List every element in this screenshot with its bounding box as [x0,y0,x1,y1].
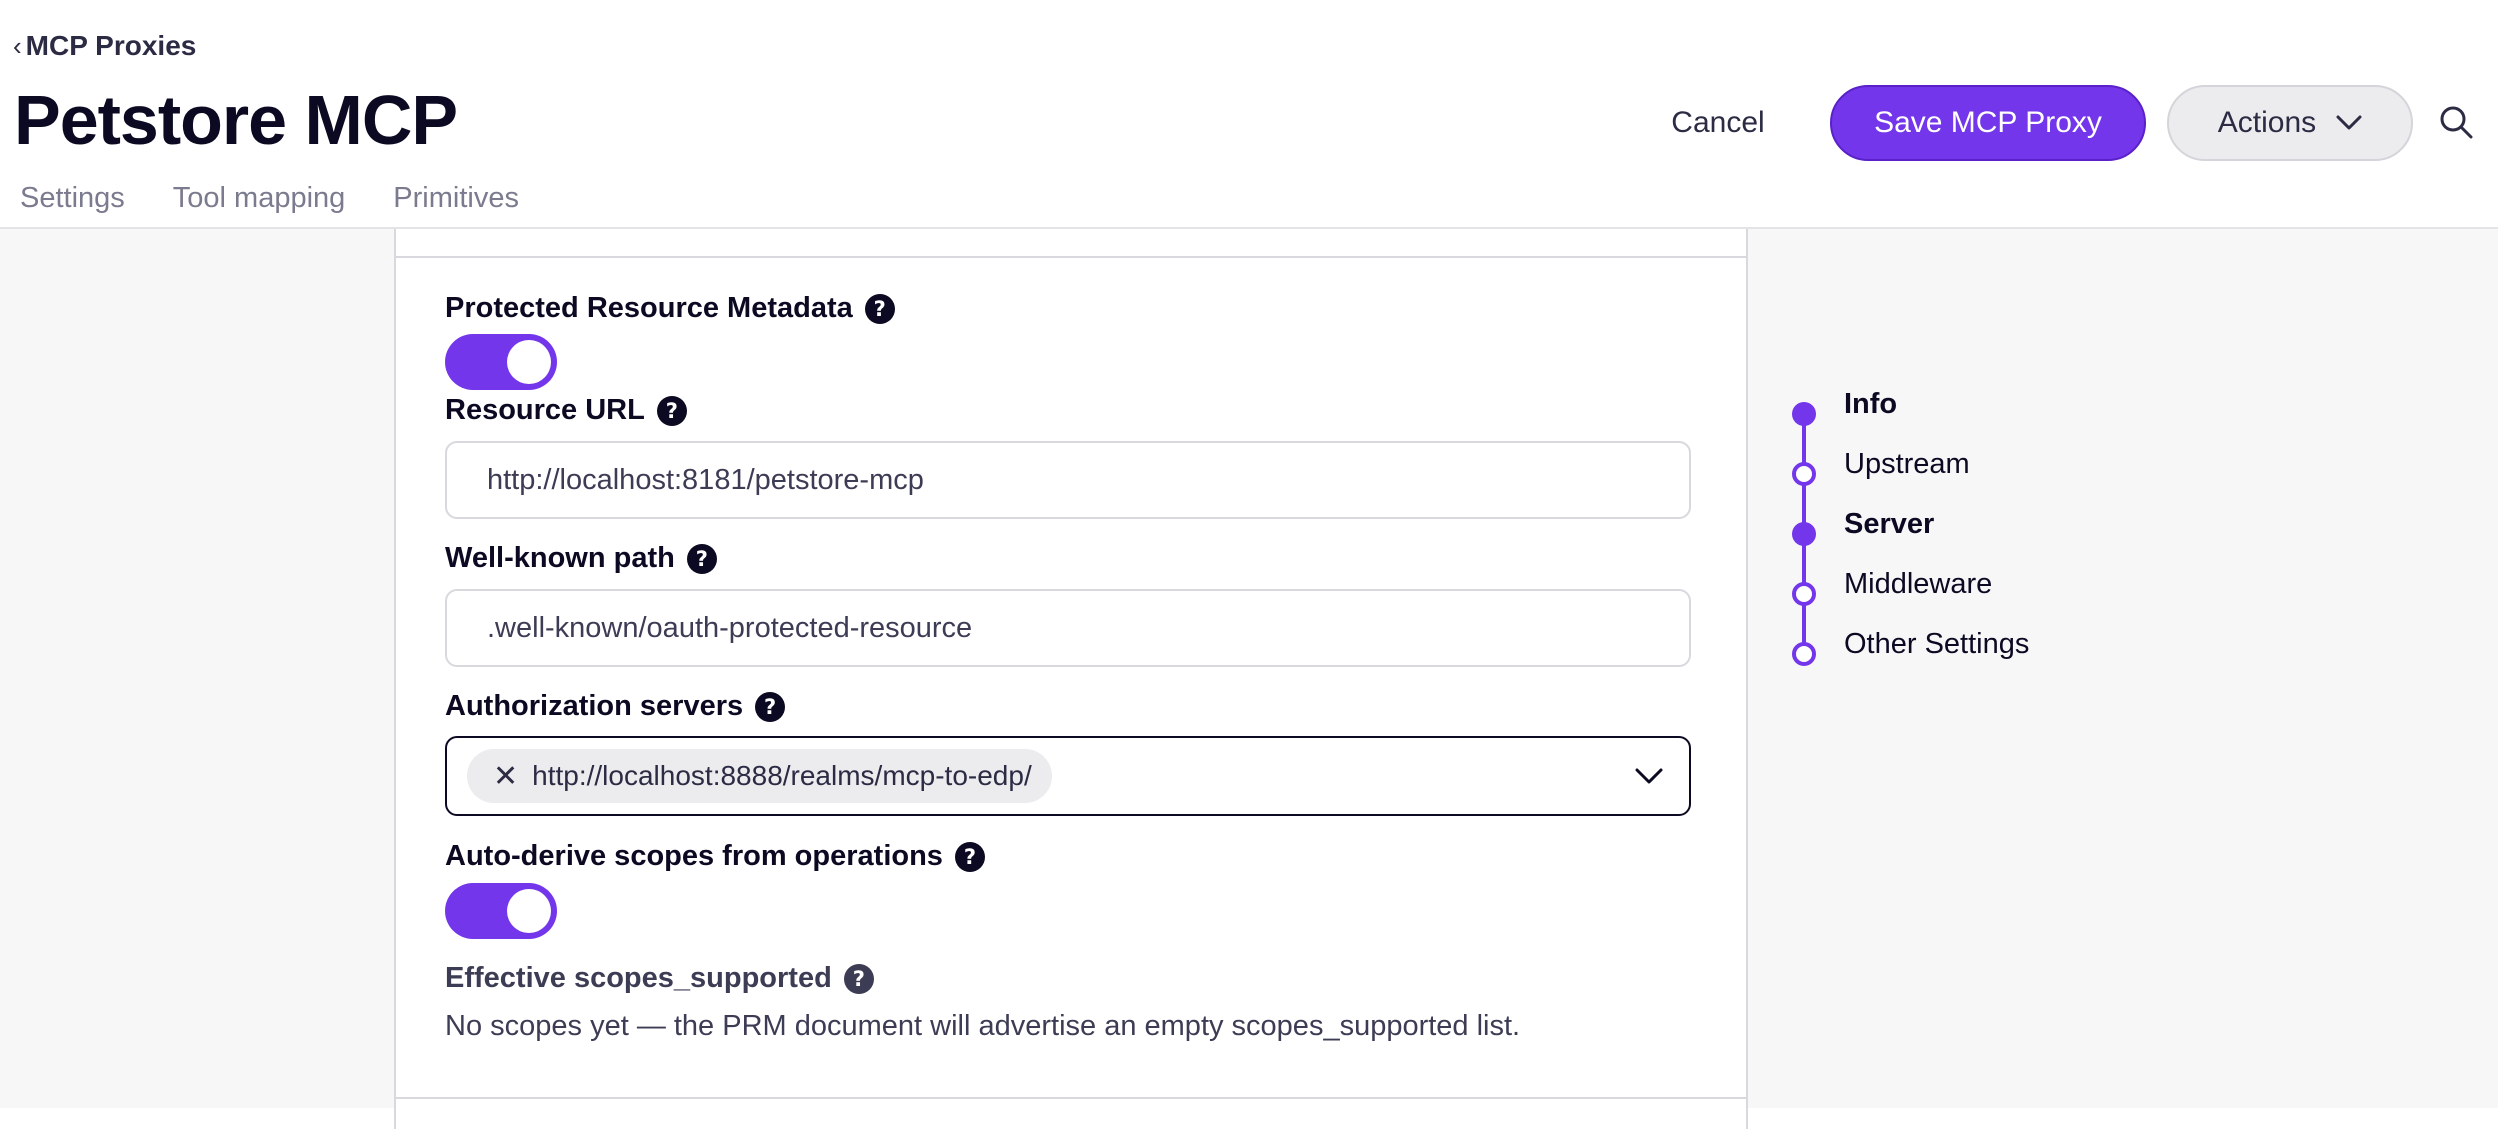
section-nav-label: Info [1844,388,1898,420]
chevron-down-icon [2336,115,2362,130]
nav-dot-icon [1792,402,1816,426]
help-icon[interactable]: ? [656,395,687,426]
effective-scopes-label: Effective scopes_supported ? [445,962,874,995]
tab-settings[interactable]: Settings [20,182,125,215]
chevron-left-icon: ‹ [13,30,22,61]
well-known-path-input[interactable] [445,589,1691,667]
effective-scopes-label-text: Effective scopes_supported [445,962,832,994]
prm-toggle[interactable] [445,334,557,390]
tab-primitives[interactable]: Primitives [393,182,519,215]
divider [396,1097,1746,1099]
tab-bar: Settings Tool mapping Primitives [20,182,519,215]
nav-dot-icon [1792,522,1816,546]
breadcrumb-label: MCP Proxies [25,30,197,61]
help-icon[interactable]: ? [755,691,786,722]
effective-scopes-text: No scopes yet — the PRM document will ad… [445,1010,1521,1042]
auth-servers-label: Authorization servers ? [445,690,786,723]
prm-label-text: Protected Resource Metadata [445,292,853,324]
save-button[interactable]: Save MCP Proxy [1830,85,2146,161]
help-icon[interactable]: ? [843,963,874,994]
well-known-path-label: Well-known path ? [445,542,717,575]
help-icon[interactable]: ? [954,841,985,872]
nav-dot-icon [1792,462,1816,486]
close-icon[interactable]: ✕ [493,759,518,794]
section-nav-label: Server [1844,508,1935,540]
auth-servers-select[interactable]: ✕ http://localhost:8888/realms/mcp-to-ed… [445,736,1691,816]
section-nav-label: Other Settings [1844,628,2030,660]
cancel-button[interactable]: Cancel [1636,86,1800,160]
page-header: ‹ MCP Proxies Petstore MCP Settings Tool… [0,0,2498,229]
resource-url-label-text: Resource URL [445,394,645,426]
tab-tool-mapping[interactable]: Tool mapping [173,182,346,215]
auto-derive-toggle[interactable] [445,883,557,939]
nav-dot-icon [1792,582,1816,606]
search-icon[interactable] [2438,104,2474,140]
divider [396,256,1746,258]
resource-url-input[interactable] [445,441,1691,519]
toggle-knob [507,340,551,384]
auth-servers-label-text: Authorization servers [445,690,744,722]
help-icon[interactable]: ? [686,543,717,574]
toggle-knob [507,889,551,933]
chip-label: http://localhost:8888/realms/mcp-to-edp/ [532,760,1032,791]
actions-dropdown-button[interactable]: Actions [2167,85,2413,161]
prm-label: Protected Resource Metadata ? [445,292,895,325]
resource-url-label: Resource URL ? [445,394,687,427]
section-nav-label: Middleware [1844,568,1993,600]
chevron-down-icon[interactable] [1633,760,1665,792]
page-title: Petstore MCP [14,81,458,159]
auto-derive-label: Auto-derive scopes from operations ? [445,840,985,873]
auto-derive-label-text: Auto-derive scopes from operations [445,840,943,872]
breadcrumb-back-link[interactable]: ‹ MCP Proxies [13,30,196,62]
auth-server-chip: ✕ http://localhost:8888/realms/mcp-to-ed… [467,749,1052,803]
help-icon[interactable]: ? [864,293,895,324]
well-known-path-label-text: Well-known path [445,542,675,574]
section-nav-label: Upstream [1844,448,1970,480]
actions-label: Actions [2217,106,2317,139]
nav-dot-icon [1792,642,1816,666]
